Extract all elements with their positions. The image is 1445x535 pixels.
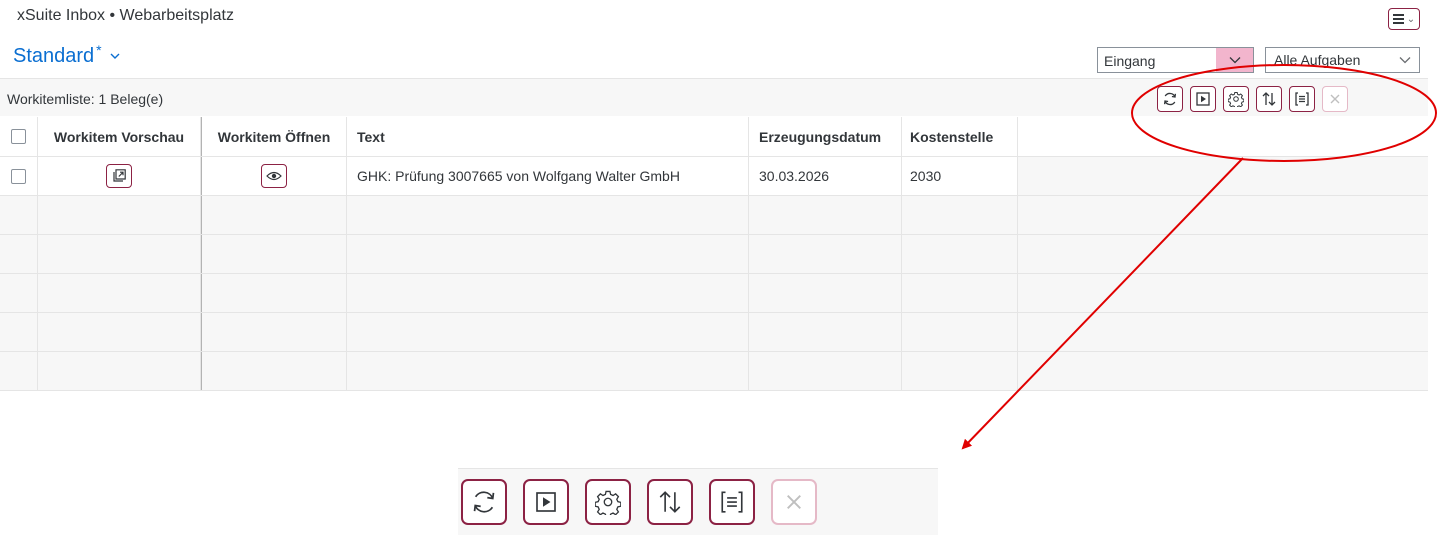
zoomed-execute-button[interactable] (523, 479, 569, 525)
settings-button[interactable] (1223, 86, 1249, 112)
column-header-preview[interactable]: Workitem Vorschau (38, 117, 201, 156)
toolbar-buttons (1157, 86, 1348, 112)
header-filler (1018, 117, 1428, 156)
open-button[interactable] (261, 164, 287, 188)
table-header: Workitem Vorschau Workitem Öffnen Text E… (0, 117, 1428, 157)
empty-row (0, 274, 1428, 313)
table-title: Workitemliste: 1 Beleg(e) (7, 91, 164, 107)
status-select[interactable]: Eingang (1097, 47, 1254, 73)
open-cell (201, 157, 347, 195)
select-arrow-button[interactable] (1216, 48, 1253, 72)
close-icon (787, 495, 801, 509)
group-icon (721, 491, 743, 513)
play-icon (536, 492, 556, 512)
sort-icon (659, 491, 681, 513)
zoomed-close-button[interactable] (771, 479, 817, 525)
preview-cell (38, 157, 201, 195)
row-filler (1018, 157, 1428, 195)
zoomed-group-button[interactable] (709, 479, 755, 525)
date-cell: 30.03.2026 (749, 157, 902, 195)
zoomed-settings-button[interactable] (585, 479, 631, 525)
group-icon (1295, 92, 1309, 106)
variant-title: Standard (13, 45, 95, 67)
chevron-down-icon (110, 53, 120, 59)
status-select-value: Eingang (1104, 53, 1156, 69)
workitem-table: Workitem Vorschau Workitem Öffnen Text E… (0, 117, 1428, 391)
task-filter-value: Alle Aufgaben (1274, 52, 1361, 68)
refresh-button[interactable] (1157, 86, 1183, 112)
execute-button[interactable] (1190, 86, 1216, 112)
row-select-cell (0, 157, 38, 195)
variant-modified-marker: * (96, 42, 102, 58)
row-checkbox[interactable] (11, 168, 26, 184)
play-icon (1196, 92, 1210, 106)
variant-selector[interactable]: Standard * (13, 42, 120, 68)
group-button[interactable] (1289, 86, 1315, 112)
app-title: xSuite Inbox • Webarbeitsplatz (17, 7, 234, 24)
empty-row (0, 313, 1428, 352)
column-header-open[interactable]: Workitem Öffnen (201, 117, 347, 156)
close-icon (1330, 94, 1340, 104)
zoomed-toolbar-buttons (461, 479, 817, 525)
main-menu-button[interactable]: ⌄ (1388, 8, 1420, 30)
select-all-checkbox[interactable] (11, 129, 26, 144)
empty-row (0, 196, 1428, 235)
gear-icon (1228, 92, 1244, 107)
refresh-icon (1163, 92, 1177, 106)
preview-button[interactable] (106, 164, 132, 188)
chevron-down-icon (1229, 57, 1240, 64)
column-header-date[interactable]: Erzeugungsdatum (749, 117, 902, 156)
table-row[interactable]: GHK: Prüfung 3007665 von Wolfgang Walter… (0, 157, 1428, 196)
zoomed-refresh-button[interactable] (461, 479, 507, 525)
chevron-down-icon: ⌄ (1406, 13, 1416, 25)
preview-icon (113, 169, 126, 182)
table-toolbar: Workitemliste: 1 Beleg(e) (0, 78, 1428, 116)
select-all-cell (0, 117, 38, 156)
column-header-cost-center[interactable]: Kostenstelle (902, 117, 1018, 156)
sort-icon (1262, 92, 1276, 106)
eye-icon (266, 171, 282, 181)
chevron-down-icon (1399, 57, 1411, 64)
hamburger-menu-icon (1392, 14, 1404, 24)
empty-row (0, 352, 1428, 391)
task-filter-select[interactable]: Alle Aufgaben (1265, 47, 1420, 73)
text-cell: GHK: Prüfung 3007665 von Wolfgang Walter… (347, 157, 749, 195)
zoomed-sort-button[interactable] (647, 479, 693, 525)
empty-row (0, 235, 1428, 274)
close-button[interactable] (1322, 86, 1348, 112)
zoomed-toolbar (458, 468, 938, 535)
gear-icon (595, 490, 621, 515)
cost-center-cell: 2030 (902, 157, 1018, 195)
refresh-icon (473, 491, 495, 513)
sort-button[interactable] (1256, 86, 1282, 112)
column-header-text[interactable]: Text (347, 117, 749, 156)
